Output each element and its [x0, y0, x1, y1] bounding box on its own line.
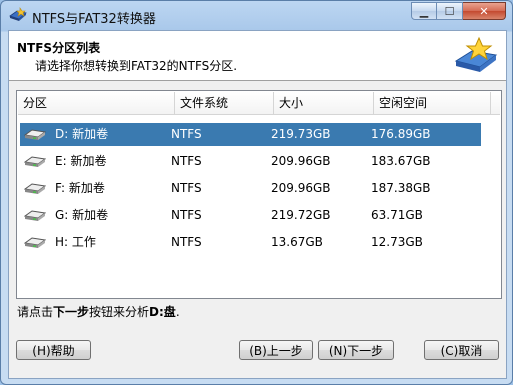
partition-name: H: 工作	[55, 235, 96, 249]
partition-name: G: 新加卷	[55, 208, 109, 222]
close-button[interactable]: ✕	[463, 2, 506, 20]
hard-drive-icon	[24, 129, 46, 140]
status-middle: 按钮来分析	[89, 305, 150, 319]
back-button-label: (B)上一步	[249, 343, 303, 358]
cancel-button-label: (C)取消	[440, 343, 483, 358]
partition-list[interactable]: 分区 文件系统 大小 空闲空间 D: 新加卷 NTFS 219.73GB 176…	[16, 90, 502, 299]
app-icon	[9, 7, 27, 21]
partition-name: F: 新加卷	[55, 181, 105, 195]
status-drive: D:盘	[149, 305, 176, 319]
file-system: NTFS	[171, 127, 202, 141]
page-subtitle: 请选择你想转换到FAT32的NTFS分区.	[35, 59, 238, 73]
hard-drive-icon	[24, 183, 46, 194]
file-system: NTFS	[171, 235, 202, 249]
partition-name: D: 新加卷	[55, 127, 109, 141]
hard-drive-icon	[24, 156, 46, 167]
hard-drive-icon	[24, 210, 46, 221]
status-suffix: .	[175, 305, 180, 319]
table-row[interactable]: G: 新加卷 NTFS 219.72GB 63.71GB	[20, 204, 481, 227]
free-space: 176.89GB	[371, 127, 431, 141]
back-button[interactable]: (B)上一步	[239, 340, 313, 360]
wizard-header: NTFS分区列表 请选择你想转换到FAT32的NTFS分区.	[9, 31, 506, 81]
partition-size: 209.96GB	[271, 181, 331, 195]
column-header-filler	[491, 92, 500, 114]
table-row[interactable]: F: 新加卷 NTFS 209.96GB 187.38GB	[20, 177, 481, 200]
star-disk-icon	[454, 36, 498, 72]
column-header-size[interactable]: 大小	[274, 92, 374, 114]
list-header: 分区 文件系统 大小 空闲空间	[18, 92, 500, 115]
wizard-body: NTFS分区列表 请选择你想转换到FAT32的NTFS分区. 分区 文件系统 大…	[8, 30, 507, 379]
file-system: NTFS	[171, 181, 202, 195]
file-system: NTFS	[171, 154, 202, 168]
next-button[interactable]: (N)下一步	[318, 340, 394, 360]
column-header-partition[interactable]: 分区	[18, 92, 175, 114]
cancel-button[interactable]: (C)取消	[424, 340, 499, 360]
file-system: NTFS	[171, 208, 202, 222]
status-message: 请点击下一步按钮来分析D:盘.	[17, 303, 180, 320]
free-space: 187.38GB	[371, 181, 431, 195]
caption-buttons: ▁ ☐ ✕	[411, 2, 506, 21]
partition-size: 209.96GB	[271, 154, 331, 168]
maximize-button[interactable]: ☐	[437, 2, 463, 20]
help-button-label: (H)帮助	[32, 343, 75, 358]
partition-size: 219.72GB	[271, 208, 331, 222]
partition-size: 219.73GB	[271, 127, 331, 141]
help-button[interactable]: (H)帮助	[16, 340, 91, 360]
next-button-label: (N)下一步	[328, 343, 384, 358]
page-title: NTFS分区列表	[17, 41, 101, 55]
status-next-label: 下一步	[53, 305, 90, 319]
hard-drive-icon	[24, 237, 46, 248]
free-space: 63.71GB	[371, 208, 423, 222]
partition-name: E: 新加卷	[55, 154, 107, 168]
main-window: NTFS与FAT32转换器 ▁ ☐ ✕ NTFS分区列表 请选择你想转换到FAT…	[0, 0, 513, 385]
minimize-button[interactable]: ▁	[411, 2, 437, 20]
table-row[interactable]: E: 新加卷 NTFS 209.96GB 183.67GB	[20, 150, 481, 173]
free-space: 183.67GB	[371, 154, 431, 168]
table-row[interactable]: H: 工作 NTFS 13.67GB 12.73GB	[20, 231, 481, 254]
title-bar[interactable]: NTFS与FAT32转换器 ▁ ☐ ✕	[1, 1, 512, 31]
partition-size: 13.67GB	[271, 235, 323, 249]
column-header-free-space[interactable]: 空闲空间	[374, 92, 491, 114]
table-row[interactable]: D: 新加卷 NTFS 219.73GB 176.89GB	[20, 123, 481, 146]
status-prefix: 请点击	[17, 305, 54, 319]
free-space: 12.73GB	[371, 235, 423, 249]
window-title: NTFS与FAT32转换器	[32, 12, 156, 27]
column-header-filesystem[interactable]: 文件系统	[175, 92, 274, 114]
